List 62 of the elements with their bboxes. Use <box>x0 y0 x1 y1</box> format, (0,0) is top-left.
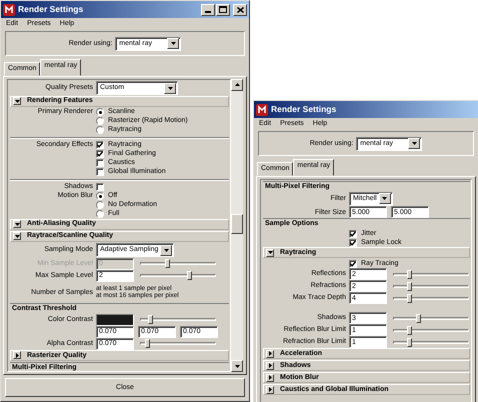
caret-icon <box>164 248 169 252</box>
slider-track[interactable] <box>393 272 469 276</box>
checkbox[interactable] <box>349 260 357 268</box>
caret-right-icon <box>268 387 272 392</box>
slider-track[interactable] <box>140 342 216 346</box>
caret-icon <box>170 42 176 45</box>
slider-track[interactable] <box>393 340 469 344</box>
caret-icon <box>412 142 417 145</box>
radio-button[interactable] <box>96 210 104 218</box>
slider-thumb[interactable] <box>406 294 412 303</box>
slider-thumb[interactable] <box>406 270 412 279</box>
check-icon <box>350 260 356 267</box>
scroll-up-icon <box>234 83 240 86</box>
checkbox[interactable] <box>349 238 357 247</box>
checkbox[interactable] <box>96 159 104 168</box>
slider-thumb[interactable] <box>148 315 153 324</box>
slider-thumb[interactable] <box>187 271 192 280</box>
radio-button[interactable] <box>96 192 104 200</box>
radio-button[interactable] <box>96 126 104 134</box>
scrollbar-thumb[interactable] <box>231 214 243 234</box>
slider-thumb[interactable] <box>416 314 421 323</box>
slider-thumb[interactable] <box>406 338 412 347</box>
radio-button[interactable] <box>96 108 104 116</box>
slider-thumb[interactable] <box>406 326 412 335</box>
maximize-icon <box>219 6 227 13</box>
caret-down-icon <box>268 251 272 254</box>
caret-right-icon <box>268 375 272 380</box>
caret-down-icon <box>14 234 20 238</box>
app-icon <box>3 4 15 16</box>
caret-right-icon <box>16 352 18 358</box>
close-icon <box>236 6 244 12</box>
caret-right-icon <box>268 363 272 368</box>
checkbox[interactable] <box>96 150 104 158</box>
slider-track[interactable] <box>140 318 216 322</box>
checkbox[interactable] <box>349 230 357 238</box>
caret-icon <box>168 86 172 90</box>
minimize-button[interactable] <box>201 4 215 16</box>
slider-thumb[interactable] <box>406 282 412 291</box>
maximize-button[interactable] <box>216 4 230 16</box>
app-icon <box>256 104 268 116</box>
color-swatch[interactable] <box>96 314 134 326</box>
checkbox[interactable] <box>96 168 104 176</box>
caret-right-icon <box>268 351 272 356</box>
radio-button[interactable] <box>96 201 104 210</box>
caret-down-icon <box>14 100 20 103</box>
caret-icon <box>382 197 388 200</box>
slider-thumb[interactable] <box>144 339 150 348</box>
scroll-down-icon <box>234 364 240 368</box>
close-button[interactable] <box>233 4 247 16</box>
checkbox[interactable] <box>96 141 104 150</box>
slider-track[interactable] <box>393 316 469 320</box>
caret-down-icon <box>14 222 20 226</box>
slider-track[interactable] <box>140 262 216 266</box>
slider-track[interactable] <box>393 284 469 288</box>
radio-button[interactable] <box>96 117 104 126</box>
window-title: Render Settings <box>271 104 336 114</box>
window-title: Render Settings <box>18 4 84 14</box>
checkbox[interactable] <box>96 183 104 192</box>
slider-track[interactable] <box>393 296 469 300</box>
slider-track[interactable] <box>140 274 216 278</box>
scrollbar[interactable] <box>231 78 243 372</box>
slider-track[interactable] <box>393 328 469 332</box>
